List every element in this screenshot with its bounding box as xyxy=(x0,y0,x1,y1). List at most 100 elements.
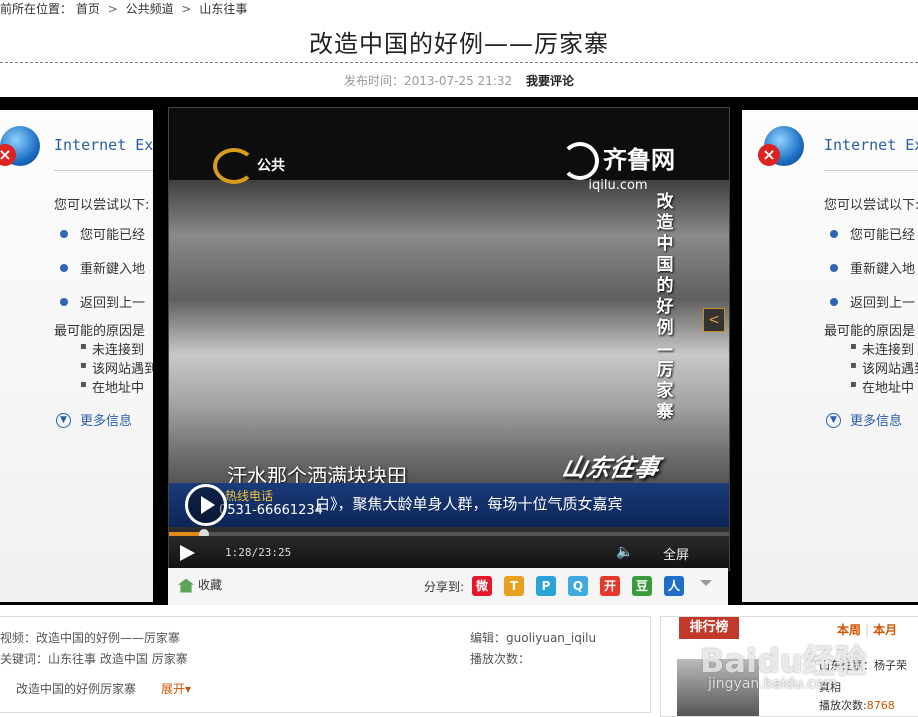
video-info-box: 视频：改造中国的好例——厉家寨 关键词：山东往事 改造中国 厉家寨 改造中国的好… xyxy=(0,616,651,713)
weibo-share-icon[interactable]: 微 xyxy=(472,576,492,596)
qilu-ring-icon xyxy=(561,142,599,180)
share-bar: 收藏 分享到: 微TPQ开豆人 xyxy=(168,568,728,605)
ranking-item-title[interactable]: 山东往事：杨子荣 xyxy=(819,657,907,673)
dot-icon: ▪ xyxy=(850,341,857,352)
breadcrumb-program[interactable]: 山东往事 xyxy=(199,2,247,16)
bullet-icon xyxy=(60,298,68,306)
ie-divider xyxy=(824,170,918,171)
title-divider xyxy=(0,62,918,63)
chevron-down-icon[interactable]: ▼ xyxy=(56,413,71,428)
program-logo: 山东往事 xyxy=(559,454,662,482)
caret-down-icon: ▾ xyxy=(185,682,192,696)
keyword-link[interactable]: 改造中国 xyxy=(100,652,148,666)
ie-option[interactable]: 返回到上一 xyxy=(850,292,915,311)
breadcrumb-channel[interactable]: 公共频道 xyxy=(126,2,174,16)
keywords-label: 关键词： xyxy=(0,652,49,666)
bullet-icon xyxy=(830,264,838,272)
ie-option[interactable]: 返回到上一 xyxy=(80,292,145,311)
channel-swirl-icon xyxy=(213,148,255,184)
renren-share-icon[interactable]: P xyxy=(536,576,556,596)
more-info-link[interactable]: 更多信息 xyxy=(80,410,132,429)
ie-reason: 未连接到 xyxy=(862,343,915,358)
time-display: 1:28/23:25 xyxy=(225,546,292,559)
people-share-icon[interactable]: 人 xyxy=(664,576,684,596)
volume-icon[interactable]: 🔈 xyxy=(616,544,633,560)
ie-reason: 该网站遇到 xyxy=(92,362,153,377)
favorite-button[interactable]: 收藏 xyxy=(178,576,222,593)
hotline-label: 热线电话 xyxy=(225,489,274,503)
qzone-share-icon[interactable]: Q xyxy=(568,576,588,596)
side-panel-toggle[interactable]: < xyxy=(703,308,725,332)
ie-option[interactable]: 您可能已经 xyxy=(850,224,915,243)
ranking-box: 排行榜 本周 | 本月 山东往事：杨子荣 真相 播放次数:8768 xyxy=(660,616,918,717)
dot-icon: ▪ xyxy=(850,360,857,371)
vertical-title: 改造中国的好例—厉家寨 xyxy=(656,192,674,422)
ie-error-title: Internet Ex xyxy=(54,136,153,154)
news-ticker: 热线电话 0531-66661234 白》，聚焦大龄单身人群，每场十位气质女嘉宾 xyxy=(169,483,729,527)
chevron-down-icon[interactable] xyxy=(700,580,712,586)
video-player[interactable]: 公共 齐鲁网 iqilu.com 改造中国的好例—厉家寨 < 汗水那个洒满块块田… xyxy=(168,107,730,571)
share-label: 分享到: xyxy=(424,580,465,594)
site-logo-sub: iqilu.com xyxy=(588,178,648,193)
breadcrumb-prefix: 前所在位置： xyxy=(0,2,73,16)
play-icon[interactable] xyxy=(180,545,195,561)
fullscreen-button[interactable]: 全屏 xyxy=(663,544,689,563)
bullet-icon xyxy=(60,264,68,272)
ie-reason: 在地址中 xyxy=(92,381,145,396)
bullet-icon xyxy=(830,230,838,238)
control-bar: 1:28/23:25 🔈 全屏 xyxy=(169,536,729,570)
more-info-link[interactable]: 更多信息 xyxy=(850,410,902,429)
ranking-tab[interactable]: 排行榜 xyxy=(679,617,739,639)
ie-reason: 未连接到 xyxy=(92,343,145,358)
keyword-link[interactable]: 厉家寨 xyxy=(152,652,188,666)
ie-globe-icon: × xyxy=(0,126,40,166)
video-frame[interactable]: 公共 齐鲁网 iqilu.com 改造中国的好例—厉家寨 < 汗水那个洒满块块田… xyxy=(169,108,729,533)
kaixin-share-icon[interactable]: 开 xyxy=(600,576,620,596)
article-meta: 发布时间：2013-07-25 21:32 我要评论 xyxy=(0,72,918,89)
ie-option[interactable]: 重新鍵入地 xyxy=(850,258,915,277)
ie-globe-icon: × xyxy=(758,126,804,166)
dot-icon: ▪ xyxy=(80,341,87,352)
ranking-item-subtitle: 真相 xyxy=(819,681,841,694)
breadcrumb-separator: > xyxy=(181,2,192,16)
page-title: 改造中国的好例——厉家寨 xyxy=(309,30,609,58)
ie-option[interactable]: 您可能已经 xyxy=(80,224,145,243)
ranking-thumbnail[interactable] xyxy=(677,659,759,716)
bullet-icon xyxy=(830,298,838,306)
hotline-number: 0531-66661234 xyxy=(219,503,323,518)
related-title[interactable]: 改造中国的好例厉家寨 xyxy=(16,680,136,697)
breadcrumb-home[interactable]: 首页 xyxy=(76,2,100,16)
ranking-period: 本周 | 本月 xyxy=(837,623,898,637)
tencent-weibo-share-icon[interactable]: T xyxy=(504,576,524,596)
ranking-play-count: 播放次数:8768 xyxy=(819,699,895,712)
error-x-icon: × xyxy=(0,144,16,166)
breadcrumb-separator: > xyxy=(107,2,118,16)
publish-time: 发布时间：2013-07-25 21:32 xyxy=(344,74,513,88)
ie-option[interactable]: 重新鍵入地 xyxy=(80,258,145,277)
comment-link[interactable]: 我要评论 xyxy=(526,74,574,88)
dot-icon: ▪ xyxy=(80,360,87,371)
ie-reason: 该网站遇到 xyxy=(862,362,918,377)
ie-error-title: Internet Ex xyxy=(824,136,918,154)
ie-reason: 在地址中 xyxy=(862,381,915,396)
error-x-icon: × xyxy=(758,144,780,166)
dot-icon: ▪ xyxy=(850,379,857,390)
keyword-link[interactable]: 山东往事 xyxy=(48,652,96,666)
ie-try-text: 您可以尝试以下: xyxy=(54,198,150,213)
douban-share-icon[interactable]: 豆 xyxy=(632,576,652,596)
ie-error-panel-right: × Internet Ex 您可以尝试以下: 您可能已经 重新鍵入地 返回到上一… xyxy=(742,110,918,602)
home-icon xyxy=(178,578,194,593)
breadcrumb: 前所在位置： 首页 > 公共频道 > 山东往事 xyxy=(0,0,247,16)
ie-reason-label: 最可能的原因是 xyxy=(824,324,916,339)
ie-error-panel-left: × Internet Ex 您可以尝试以下: 您可能已经 重新鍵入地 返回到上一… xyxy=(0,110,153,602)
tab-week[interactable]: 本周 xyxy=(837,623,861,637)
big-play-icon[interactable] xyxy=(185,484,227,526)
bullet-icon xyxy=(60,230,68,238)
expand-button[interactable]: 展开▾ xyxy=(161,680,191,697)
tab-month[interactable]: 本月 xyxy=(873,623,897,637)
chevron-down-icon[interactable]: ▼ xyxy=(826,413,841,428)
play-count-label: 播放次数： xyxy=(470,652,531,666)
editor-name: 编辑：guoliyuan_iqilu xyxy=(470,631,597,645)
ie-try-text: 您可以尝试以下: xyxy=(824,198,918,213)
ie-reason-label: 最可能的原因是 xyxy=(54,324,146,339)
